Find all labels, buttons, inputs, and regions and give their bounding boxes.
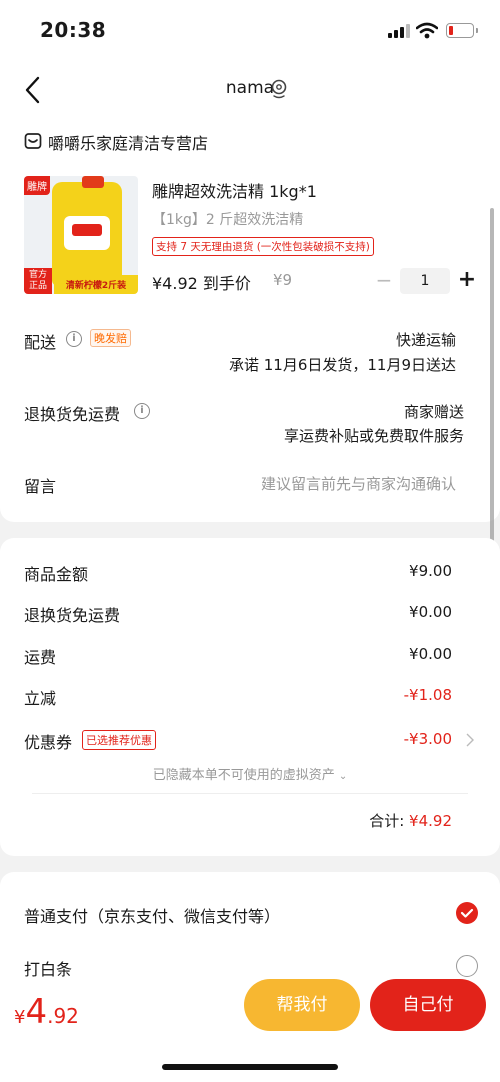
page-title: nama: [225, 78, 275, 98]
currency-symbol: ¥: [14, 1007, 26, 1028]
battery-icon: [446, 23, 478, 38]
chevron-down-icon: ⌄: [338, 771, 348, 782]
freight-label: 运费: [24, 648, 57, 667]
goods-amount-value: ¥9.00: [409, 562, 452, 580]
home-indicator: [162, 1064, 338, 1070]
info-icon[interactable]: i: [134, 403, 150, 419]
delivery-promise: 承诺 11月6日发货，11月9日送达: [228, 356, 456, 374]
return-policy-tag: 支持 7 天无理由退货 (一次性包装破损不支持): [152, 237, 374, 256]
product-spec[interactable]: 【1kg】2 斤超效洗洁精: [152, 209, 303, 229]
self-pay-button[interactable]: 自己付: [370, 979, 486, 1031]
bottom-total: ¥4.92: [14, 992, 79, 1032]
promo-badge: 清新柠檬2斤装: [54, 275, 138, 294]
store-name[interactable]: 嚼嚼乐家庭清洁专营店: [48, 130, 208, 154]
freight-value: ¥0.00: [409, 645, 452, 663]
delivery-label: 配送: [24, 333, 57, 352]
coupon-value[interactable]: -¥3.00: [332, 730, 452, 748]
product-price: ¥4.92 到手价: [152, 274, 251, 293]
minus-button[interactable]: −: [374, 270, 394, 292]
divider: [32, 793, 468, 794]
info-icon[interactable]: i: [66, 331, 82, 347]
discount-label: 立减: [24, 689, 57, 708]
product-title[interactable]: 雕牌超效洗洁精 1kg*1: [152, 178, 317, 202]
order-card: 嚼嚼乐家庭清洁专营店 雕牌 官方 正品 清新柠檬2斤装 雕牌超效洗洁精 1kg*…: [0, 120, 500, 522]
return-shipping-detail: 享运费补贴或免费取件服务: [283, 427, 464, 445]
coupon-tag: 已选推荐优惠: [82, 730, 156, 750]
brand-badge: 雕牌: [24, 176, 50, 195]
official-badge: 官方 正品: [24, 268, 52, 294]
discount-value: -¥1.08: [403, 686, 452, 704]
late-compensation-tag: 晚发赔: [90, 329, 131, 347]
location-pin-icon[interactable]: [270, 79, 288, 99]
amount-integer: 4: [25, 992, 48, 1032]
store-icon: [24, 133, 42, 149]
coupon-label: 优惠券: [24, 733, 73, 752]
return-fee-value: ¥0.00: [409, 603, 452, 621]
total-row: 合计: ¥4.92: [369, 810, 452, 831]
wifi-icon: [416, 22, 438, 39]
delivery-method[interactable]: 快递运输: [396, 329, 456, 350]
help-pay-button[interactable]: 帮我付: [244, 979, 360, 1031]
original-price: ¥9: [273, 271, 293, 289]
return-shipping-label: 退换货免运费: [24, 405, 121, 424]
radio-checked-icon[interactable]: [456, 902, 478, 924]
return-fee-label: 退换货免运费: [24, 606, 121, 625]
status-bar: 20:38: [0, 0, 500, 60]
message-input[interactable]: 建议留言前先与商家沟通确认: [261, 473, 456, 494]
nav-header: nama: [0, 60, 500, 120]
total-value: ¥4.92: [409, 812, 452, 830]
amount-decimal: .92: [47, 1004, 79, 1028]
payment-option-baitiao[interactable]: 打白条: [24, 956, 72, 980]
product-image[interactable]: 雕牌 官方 正品 清新柠檬2斤装: [24, 176, 138, 294]
quantity-input[interactable]: 1: [400, 268, 450, 294]
status-time: 20:38: [40, 18, 107, 42]
plus-button[interactable]: +: [456, 268, 478, 294]
chevron-right-icon[interactable]: [466, 733, 474, 747]
radio-unchecked-icon[interactable]: [456, 955, 478, 977]
signal-icon: [388, 24, 410, 38]
hidden-assets-toggle[interactable]: 已隐藏本单不可使用的虚拟资产 ⌄: [0, 764, 500, 783]
price-detail-card: 商品金额 ¥9.00 退换货免运费 ¥0.00 运费 ¥0.00 立减 -¥1.…: [0, 538, 500, 856]
goods-amount-label: 商品金额: [24, 565, 89, 584]
total-label: 合计:: [369, 812, 405, 830]
message-label: 留言: [24, 477, 57, 496]
payment-option-standard[interactable]: 普通支付（京东支付、微信支付等）: [24, 903, 280, 927]
return-shipping-value: 商家赠送: [403, 403, 464, 421]
